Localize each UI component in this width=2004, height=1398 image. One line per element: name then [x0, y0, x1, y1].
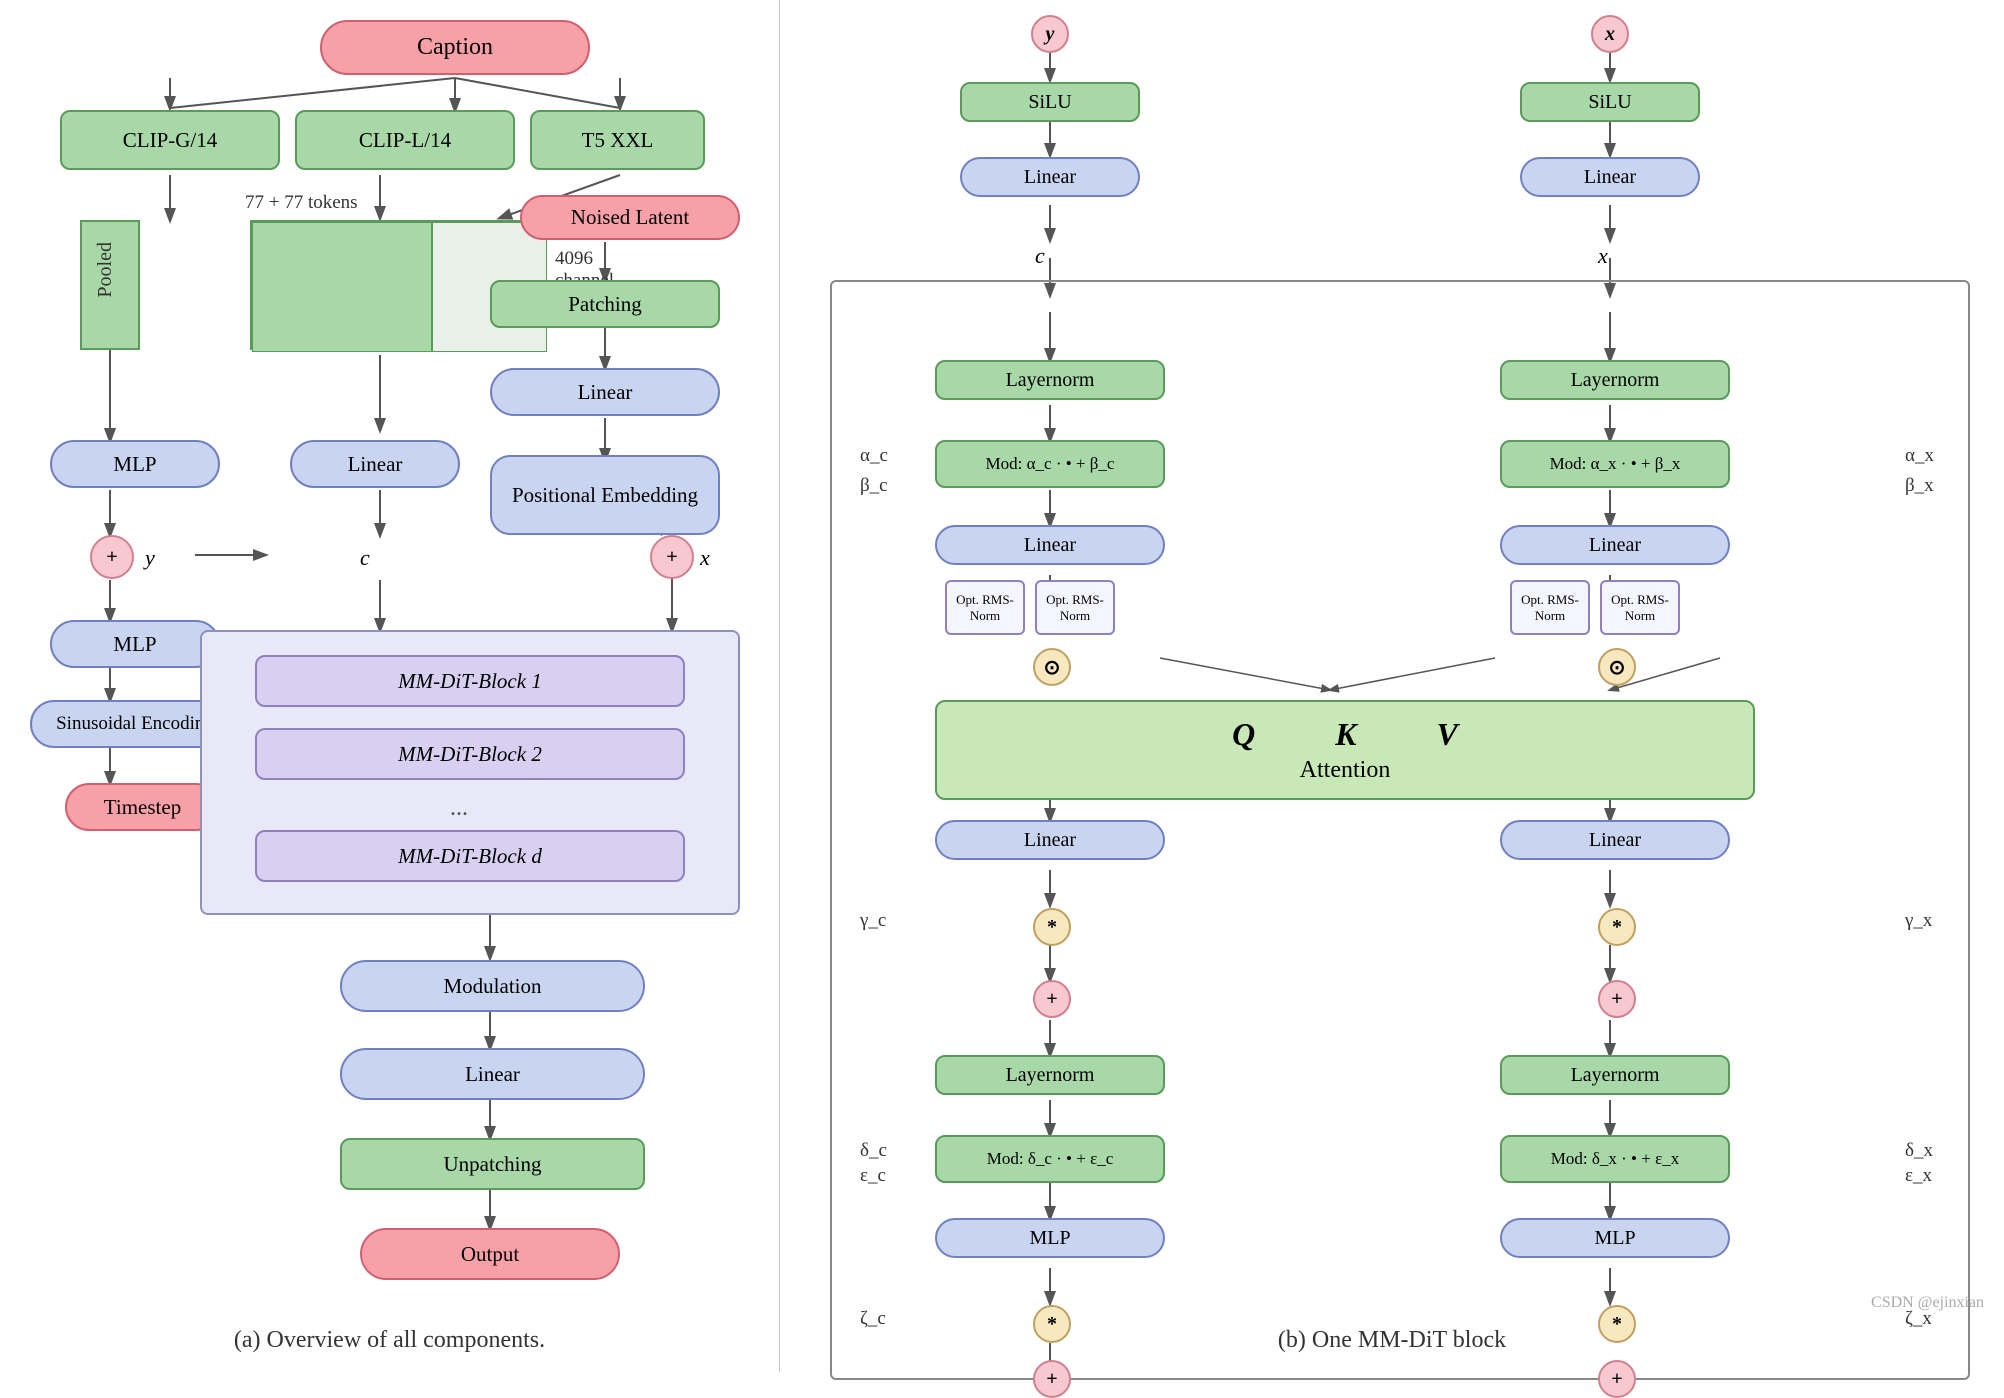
silu-right-node: SiLU — [1520, 82, 1700, 122]
mlp1-node: MLP — [50, 440, 220, 488]
pooled-box: Pooled — [80, 220, 140, 350]
star2-right-circle: * — [1598, 1305, 1636, 1343]
linear-top-node: Linear — [490, 368, 720, 416]
linear-right2-node: Linear — [1500, 525, 1730, 565]
beta-x-label: β_x — [1905, 475, 1934, 497]
caption-node: Caption — [320, 20, 590, 75]
star-left-circle: * — [1033, 908, 1071, 946]
star-right-circle: * — [1598, 908, 1636, 946]
dots-label: ... — [450, 795, 468, 822]
right-caption: (b) One MM-DiT block — [1278, 1327, 1506, 1354]
modulation-node: Modulation — [340, 960, 645, 1012]
plus2-left-circle: + — [1033, 1360, 1071, 1398]
mod-left-node: Mod: α_c · • + β_c — [935, 440, 1165, 488]
diagram-container: Caption CLIP-G/14 CLIP-L/14 T5 XXL 77 + … — [0, 0, 2004, 1372]
opt-rms-1: Opt. RMS- Norm — [945, 580, 1025, 635]
layernorm-left-node: Layernorm — [935, 360, 1165, 400]
plus-x-circle: + — [650, 535, 694, 579]
gamma-c-label: γ_c — [860, 910, 886, 932]
star2-left-circle: * — [1033, 1305, 1071, 1343]
zeta-c-label: ζ_c — [860, 1308, 886, 1330]
clip-g-node: CLIP-G/14 — [60, 110, 280, 170]
mm-dit-blockd: MM-DiT-Block d — [255, 830, 685, 882]
clip-l-node: CLIP-L/14 — [295, 110, 515, 170]
gamma-x-label: γ_x — [1905, 910, 1932, 932]
output-node: Output — [360, 1228, 620, 1280]
y-top-circle: y — [1031, 15, 1069, 53]
timestep-node: Timestep — [65, 783, 220, 831]
x-flow-label: x — [1598, 243, 1608, 269]
t5-node: T5 XXL — [530, 110, 705, 170]
c-label: c — [360, 545, 370, 571]
linear-c-node: Linear — [290, 440, 460, 488]
linear-silu-right-node: Linear — [1520, 157, 1700, 197]
plus-y-circle: + — [90, 535, 134, 579]
k-label: K — [1335, 716, 1356, 753]
patching-node: Patching — [490, 280, 720, 328]
left-panel: Caption CLIP-G/14 CLIP-L/14 T5 XXL 77 + … — [0, 0, 780, 1372]
linear-left2-node: Linear — [935, 525, 1165, 565]
noised-latent-node: Noised Latent — [520, 195, 740, 240]
mlp2-node: MLP — [50, 620, 220, 668]
y-label: y — [145, 545, 155, 571]
opt-rms-2: Opt. RMS- Norm — [1035, 580, 1115, 635]
x-label: x — [700, 545, 710, 571]
alpha-x-label: α_x — [1905, 445, 1934, 467]
epsilon-c-label: ε_c — [860, 1165, 886, 1187]
watermark: CSDN @ejinxian — [1871, 1294, 1984, 1312]
pos-embed-node: Positional Embedding — [490, 455, 720, 535]
opt-rms-4: Opt. RMS- Norm — [1600, 580, 1680, 635]
c-flow-label: c — [1035, 243, 1045, 269]
plus2-right-circle: + — [1598, 1360, 1636, 1398]
right-panel: y x SiLU SiLU Linear Linear c x Layernor… — [780, 0, 2004, 1372]
linear-attn-right-node: Linear — [1500, 820, 1730, 860]
layernorm2-right-node: Layernorm — [1500, 1055, 1730, 1095]
v-label: V — [1437, 716, 1458, 753]
delta-x-label: δ_x — [1905, 1140, 1933, 1162]
odot-right-circle: ⊙ — [1598, 648, 1636, 686]
mm-dit-block2: MM-DiT-Block 2 — [255, 728, 685, 780]
linear-silu-left-node: Linear — [960, 157, 1140, 197]
odot-left-circle: ⊙ — [1033, 648, 1071, 686]
q-label: Q — [1232, 716, 1255, 753]
alpha-c-label: α_c — [860, 445, 888, 467]
layernorm2-left-node: Layernorm — [935, 1055, 1165, 1095]
beta-c-label: β_c — [860, 475, 888, 497]
attention-box: Q K V Attention — [935, 700, 1755, 800]
attention-label: Attention — [1300, 757, 1391, 784]
plus-left1-circle: + — [1033, 980, 1071, 1018]
opt-rms-3: Opt. RMS- Norm — [1510, 580, 1590, 635]
silu-left-node: SiLU — [960, 82, 1140, 122]
plus-right1-circle: + — [1598, 980, 1636, 1018]
mod2-right-node: Mod: δ_x · • + ε_x — [1500, 1135, 1730, 1183]
mlp-right-node: MLP — [1500, 1218, 1730, 1258]
mm-dit-block1: MM-DiT-Block 1 — [255, 655, 685, 707]
linear-mod-node: Linear — [340, 1048, 645, 1100]
tokens-label: 77 + 77 tokens — [245, 192, 358, 214]
left-caption: (a) Overview of all components. — [234, 1327, 545, 1354]
delta-c-label: δ_c — [860, 1140, 887, 1162]
linear-attn-left-node: Linear — [935, 820, 1165, 860]
unpatching-node: Unpatching — [340, 1138, 645, 1190]
mlp-left-node: MLP — [935, 1218, 1165, 1258]
x-top-circle: x — [1591, 15, 1629, 53]
token-matrix-inner — [252, 222, 432, 352]
mod2-left-node: Mod: δ_c · • + ε_c — [935, 1135, 1165, 1183]
epsilon-x-label: ε_x — [1905, 1165, 1932, 1187]
layernorm-right-node: Layernorm — [1500, 360, 1730, 400]
pooled-label: Pooled — [94, 242, 117, 298]
mod-right-node: Mod: α_x · • + β_x — [1500, 440, 1730, 488]
